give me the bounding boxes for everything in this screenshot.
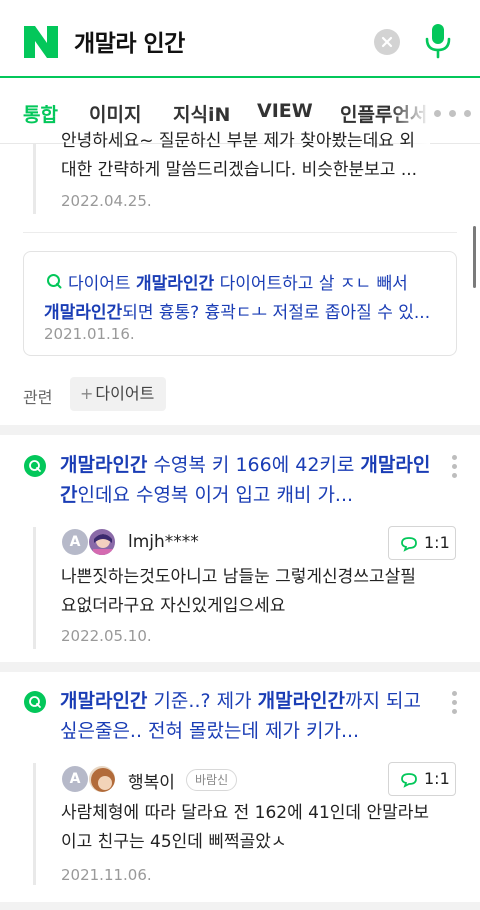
related-answer-title-cont[interactable]: 개말라인간되면 흉통? 흉곽ㄷㅗ 저절로 좁아질 수 있... [44,298,430,323]
clear-search-button[interactable] [374,29,400,55]
avatar [88,528,116,556]
more-tabs-button[interactable] [434,110,474,118]
search-input[interactable]: 개말라 인간 [74,24,185,58]
answer-indent-line [33,763,36,885]
divider [23,232,457,233]
question-title[interactable]: 개말라인간 수영복 키 166에 42키로 개말라인간인데요 수영복 이거 입고… [60,450,440,510]
related-chip-diet[interactable]: + 다이어트 [70,377,167,411]
answer-snippet: 나쁜짓하는것도아니고 남들눈 그렇게신경쓰고살필 요없더라구요 자신있게입으세요 [61,567,416,616]
question-title[interactable]: 개말라인간 기준..? 제가 개말라인간까지 되고 싶은줄은.. 전혀 몰랐는데… [60,686,440,746]
answer-date: 2022.04.25. [61,192,152,210]
qa-count-button[interactable]: 1:1 [388,762,456,796]
answer-snippet-line: 안녕하세요~ 질문하신 부분 제가 찾아봤는데요 외 [61,131,416,151]
answer-snippet-line: 대한 간략하게 말씀드리겠습니다. 비슷한분보고 ... [61,160,418,180]
chat-icon [401,537,417,552]
answerer-grade-badge: 바람신 [186,769,238,791]
chat-icon [401,773,417,788]
related-label: 관련 [23,388,53,407]
related-answer-date: 2021.01.16. [44,325,135,343]
tab-knowledge-in[interactable]: 지식iN [173,100,230,127]
tab-images[interactable]: 이미지 [89,100,141,127]
microphone-icon[interactable] [424,22,452,60]
section-gap [0,902,480,910]
plus-icon: + [80,384,94,403]
answer-date: 2022.05.10. [61,627,152,645]
q-search-icon [47,274,62,289]
avatar [88,765,116,793]
close-icon [381,36,393,48]
q-badge-icon [24,691,46,713]
more-options-button[interactable] [452,691,458,715]
tab-view[interactable]: VIEW [257,100,313,122]
answer-indent-line [33,527,36,649]
more-options-button[interactable] [452,455,458,479]
search-bar: 개말라 인간 [0,0,480,78]
scrollbar[interactable] [473,226,476,288]
answerer-name[interactable]: 행복이 [128,768,175,793]
q-badge-icon [24,455,46,477]
answerer-name[interactable]: lmjh**** [128,532,199,552]
qa-count-button[interactable]: 1:1 [388,526,456,560]
answer-snippet: 사람체형에 따라 달라요 전 162에 41인데 안말라보 이고 친구는 45인… [61,803,430,852]
section-gap [0,662,480,672]
avatar: A [62,766,88,792]
related-answer-title[interactable]: 다이어트 개말라인간 다이어트하고 살 ㅈㄴ 빼서 [68,269,408,294]
section-gap [0,425,480,435]
avatar: A [62,529,88,555]
tab-all[interactable]: 통합 [23,100,58,127]
answer-date: 2021.11.06. [61,866,152,884]
related-answer-card[interactable]: 다이어트 개말라인간 다이어트하고 살 ㅈㄴ 빼서 개말라인간되면 흉통? 흉곽… [23,251,457,356]
answer-indent-line [33,144,36,214]
naver-logo[interactable] [24,26,58,58]
